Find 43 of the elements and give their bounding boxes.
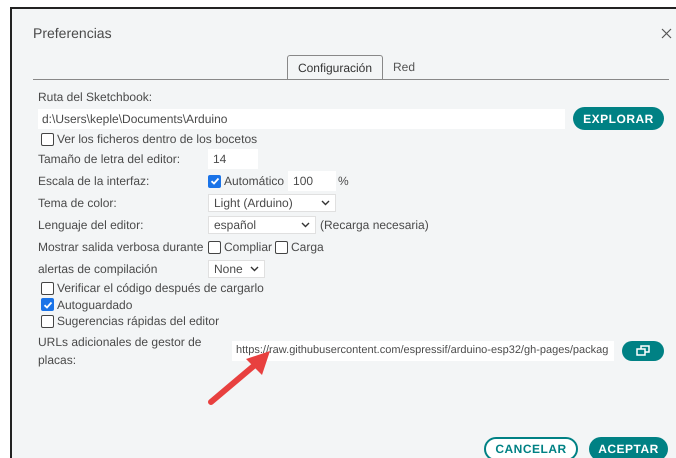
scale-field[interactable]: 100 (288, 171, 336, 191)
checkbox-label: Ver los ficheros dentro de los bocetos (57, 131, 258, 148)
chevron-down-icon (250, 266, 259, 272)
checkbox[interactable] (275, 240, 288, 254)
checkbox[interactable] (208, 240, 221, 254)
font-size-field[interactable]: 14 (208, 149, 258, 169)
chevron-down-icon (301, 222, 310, 228)
windows-icon (636, 345, 650, 356)
dropdown[interactable]: Light (Arduino) (208, 194, 336, 212)
checkbox[interactable] (41, 298, 54, 312)
checkbox-label: Autoguardado (57, 296, 132, 314)
checkbox-label: Verificar el código después de cargarlo (57, 280, 264, 298)
checkbox[interactable] (41, 132, 54, 146)
setting-label: Escala de la interfaz: (38, 173, 150, 190)
browse-button[interactable]: EXPLORAR (573, 107, 664, 130)
accept-button[interactable]: ACEPTAR (589, 436, 668, 458)
edit-urls-button[interactable] (622, 340, 664, 360)
setting-label: Lenguaje del editor: (38, 217, 144, 234)
setting-label: Mostrar salida verbosa durante (38, 239, 204, 256)
checkbox[interactable] (41, 314, 54, 328)
setting-label: alertas de compilación (38, 261, 158, 278)
checkbox-label: Sugerencias rápidas del editor (57, 313, 220, 330)
tab[interactable]: Red (383, 55, 426, 79)
setting-label: Tamaño de letra del editor: (38, 151, 182, 168)
checkbox[interactable] (41, 282, 54, 295)
window-title: Preferencias (33, 24, 112, 43)
field-label: URLs adicionales de gestor de placas: (38, 334, 202, 368)
sketchbook-path-field[interactable]: d:\Users\keple\Documents\Arduino (38, 108, 565, 128)
tab[interactable]: Configuración (286, 55, 384, 79)
dropdown[interactable]: español (208, 216, 316, 234)
board-urls-field[interactable]: https://raw.githubusercontent.com/espressif/arduino-esp32/gh-pages/packag (232, 340, 614, 360)
field-label: Ruta del Sketchbook: (38, 89, 154, 106)
setting-label: Tema de color: (38, 195, 118, 212)
unit-label: % (338, 173, 349, 190)
checkbox-label: Compliar (224, 239, 272, 256)
chevron-down-icon (321, 200, 330, 206)
dropdown[interactable]: None (208, 260, 265, 278)
note-text: (Recarga necesaria) (320, 217, 429, 234)
checkbox[interactable] (208, 174, 221, 188)
checkbox-label: Automático (224, 173, 284, 190)
close-icon[interactable] (661, 28, 672, 39)
cancel-button[interactable]: CANCELAR (484, 436, 578, 458)
checkbox-label: Carga (291, 239, 324, 256)
